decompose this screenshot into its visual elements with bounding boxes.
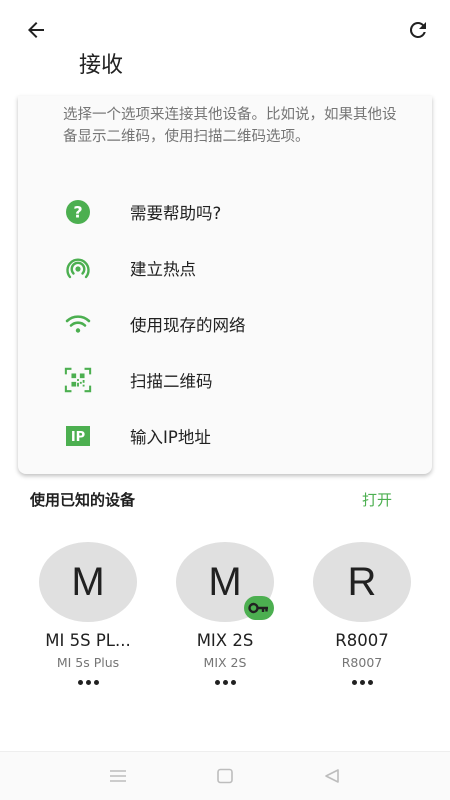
more-options-icon[interactable]: [347, 675, 377, 689]
more-options-icon[interactable]: [73, 675, 103, 689]
open-button[interactable]: 打开: [362, 489, 392, 510]
option-hotspot[interactable]: 建立热点: [18, 244, 432, 292]
refresh-icon: [409, 21, 426, 38]
device-item[interactable]: M MI 5S PL... MI 5s Plus: [23, 540, 153, 690]
option-label: 输入IP地址: [130, 428, 211, 447]
menu-button[interactable]: [106, 764, 130, 788]
option-label: 扫描二维码: [130, 372, 213, 391]
device-model: MIX 2S: [203, 655, 247, 670]
qr-scan-icon: [64, 366, 92, 394]
key-icon: [244, 596, 274, 620]
wifi-icon: [64, 310, 92, 338]
avatar: M: [39, 542, 137, 622]
more-options-icon[interactable]: [210, 675, 240, 689]
back-button[interactable]: [22, 16, 50, 44]
device-model: MI 5s Plus: [56, 655, 120, 670]
help-icon: ?: [64, 198, 92, 226]
device-name: R8007: [335, 631, 389, 650]
option-existing-network[interactable]: 使用现存的网络: [18, 300, 432, 348]
hotspot-icon: [64, 254, 92, 282]
option-label: 需要帮助吗?: [130, 204, 222, 223]
app-bar: 接收: [0, 0, 450, 96]
option-enter-ip[interactable]: IP 输入IP地址: [18, 412, 432, 460]
connection-options-card: 选择一个选项来连接其他设备。比如说，如果其他设备显示二维码，使用扫描二维码选项。…: [18, 96, 432, 474]
arrow-left-icon: [28, 22, 44, 38]
avatar: R: [313, 542, 411, 622]
home-button[interactable]: [213, 764, 237, 788]
menu-icon: [110, 770, 126, 782]
ip-icon: IP: [64, 422, 92, 450]
known-devices-title: 使用已知的设备: [30, 491, 136, 509]
option-help[interactable]: ? 需要帮助吗?: [18, 188, 432, 236]
device-item[interactable]: R R8007 R8007: [297, 540, 427, 690]
refresh-button[interactable]: [404, 16, 432, 44]
device-model: R8007: [341, 655, 383, 670]
device-name: MI 5S PL...: [45, 631, 131, 650]
ip-badge-text: IP: [71, 430, 85, 445]
svg-text:?: ?: [73, 203, 82, 222]
option-label: 建立热点: [130, 260, 196, 279]
option-label: 使用现存的网络: [130, 316, 246, 335]
device-item[interactable]: M MIX 2S MIX 2S: [160, 540, 290, 690]
option-scan-qr[interactable]: 扫描二维码: [18, 356, 432, 404]
device-name: MIX 2S: [196, 631, 254, 650]
triangle-back-icon: [325, 769, 339, 783]
page-title: 接收: [79, 53, 124, 78]
home-icon: [217, 768, 233, 784]
card-description: 选择一个选项来连接其他设备。比如说，如果其他设备显示二维码，使用扫描二维码选项。: [63, 107, 397, 145]
system-nav-bar: [0, 751, 450, 800]
back-nav-button[interactable]: [320, 764, 344, 788]
